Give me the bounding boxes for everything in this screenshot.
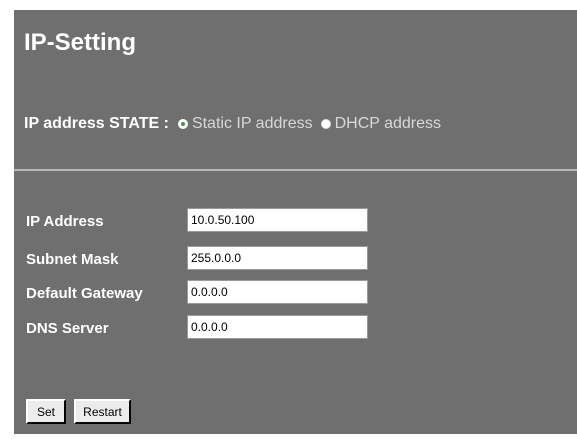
- default-gateway-row: Default Gateway: [26, 280, 368, 306]
- subnet-mask-label: Subnet Mask: [26, 250, 119, 268]
- dhcp-option-label: DHCP address: [334, 115, 442, 132]
- subnet-mask-row: Subnet Mask: [26, 246, 368, 272]
- dns-server-label: DNS Server: [26, 319, 109, 337]
- static-ip-radio-icon[interactable]: [177, 119, 188, 129]
- static-ip-option[interactable]: Static IP address: [177, 115, 313, 133]
- ip-address-input[interactable]: [187, 208, 368, 232]
- static-ip-option-label: Static IP address: [191, 115, 313, 132]
- ip-address-state-row: IP address STATE : Static IP address DHC…: [24, 113, 449, 135]
- default-gateway-input[interactable]: [187, 280, 368, 304]
- dns-server-row: DNS Server: [26, 315, 368, 341]
- ip-setting-panel: IP-Setting IP address STATE : Static IP …: [14, 10, 577, 434]
- dhcp-option[interactable]: DHCP address: [320, 115, 442, 133]
- subnet-mask-input[interactable]: [187, 246, 368, 270]
- section-divider: [14, 169, 577, 171]
- ip-address-row: IP Address: [26, 208, 368, 234]
- page-title: IP-Setting: [24, 29, 136, 56]
- dhcp-radio-icon[interactable]: [320, 119, 331, 129]
- dns-server-input[interactable]: [187, 315, 368, 339]
- default-gateway-label: Default Gateway: [26, 284, 143, 302]
- set-button[interactable]: Set: [26, 399, 66, 424]
- ip-address-state-label: IP address STATE :: [24, 115, 169, 132]
- ip-address-label: IP Address: [26, 212, 104, 230]
- restart-button[interactable]: Restart: [74, 399, 131, 424]
